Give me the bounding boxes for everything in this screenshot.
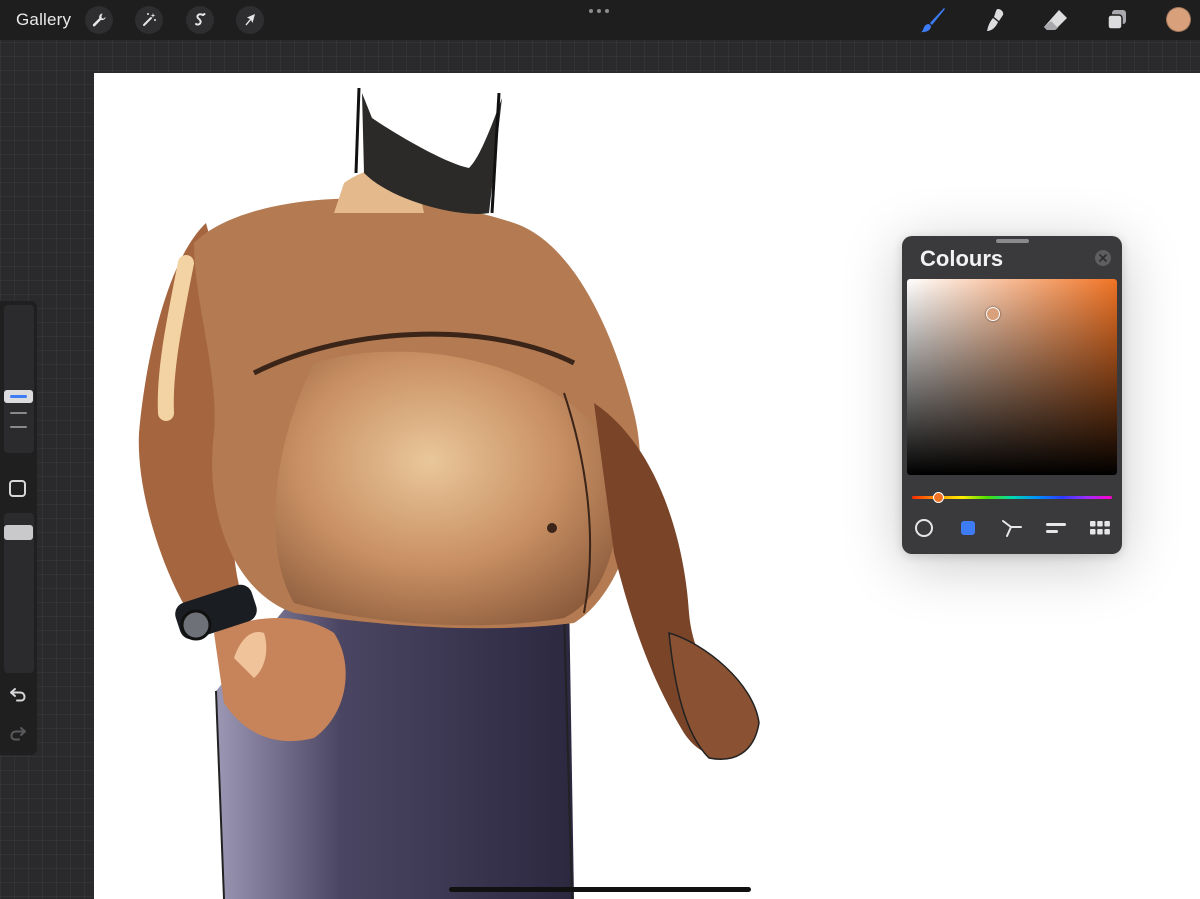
tab-value[interactable] <box>1044 516 1068 540</box>
tab-classic[interactable] <box>956 516 980 540</box>
hue-slider-thumb[interactable] <box>933 492 944 503</box>
picker-cursor[interactable] <box>986 307 1000 321</box>
tab-disc[interactable] <box>912 516 936 540</box>
left-sidebar <box>0 301 37 755</box>
brush-tool[interactable] <box>918 5 948 35</box>
brush-icon <box>921 8 945 33</box>
colours-panel: Colours <box>902 236 1122 554</box>
undo-button[interactable] <box>9 686 27 707</box>
undo-icon <box>10 688 26 702</box>
layers-icon <box>1107 10 1126 30</box>
selection-icon <box>195 13 206 26</box>
brush-opacity-thumb[interactable] <box>4 525 33 540</box>
disc-icon <box>915 519 933 537</box>
tab-harmony[interactable] <box>1000 516 1024 540</box>
selection-button[interactable] <box>186 6 214 34</box>
close-button[interactable] <box>1095 250 1111 266</box>
redo-button[interactable] <box>9 725 27 746</box>
value-sliders-icon <box>1046 523 1066 533</box>
panel-grabber[interactable] <box>996 239 1029 243</box>
more-dots-icon[interactable] <box>589 9 609 13</box>
actions-button[interactable] <box>85 6 113 34</box>
brush-size-thumb[interactable] <box>4 390 33 403</box>
modify-button[interactable] <box>9 480 26 497</box>
eraser-icon <box>1044 10 1067 30</box>
eraser-tool[interactable] <box>1041 5 1071 35</box>
layers-tool[interactable] <box>1102 5 1132 35</box>
smudge-icon <box>987 9 1004 31</box>
home-indicator <box>449 887 751 892</box>
saturation-brightness-picker[interactable] <box>907 279 1117 475</box>
harmony-icon <box>1002 520 1022 537</box>
adjustments-button[interactable] <box>135 6 163 34</box>
transform-arrow-icon <box>245 14 255 26</box>
wrench-icon <box>92 13 106 27</box>
brush-size-slider[interactable] <box>4 305 34 453</box>
smudge-tool[interactable] <box>980 5 1010 35</box>
transform-button[interactable] <box>236 6 264 34</box>
gallery-button[interactable]: Gallery <box>16 10 71 30</box>
close-icon <box>1099 254 1107 262</box>
colours-title: Colours <box>920 246 1004 271</box>
magic-wand-icon <box>143 13 156 26</box>
tab-palettes[interactable] <box>1088 516 1112 540</box>
size-tick <box>10 426 27 428</box>
colour-swatch[interactable] <box>1166 7 1191 32</box>
palettes-grid-icon <box>1090 521 1110 535</box>
size-tick <box>10 412 27 414</box>
redo-icon <box>10 727 26 741</box>
classic-square-icon <box>961 521 975 535</box>
top-toolbar: Gallery <box>0 0 1200 40</box>
